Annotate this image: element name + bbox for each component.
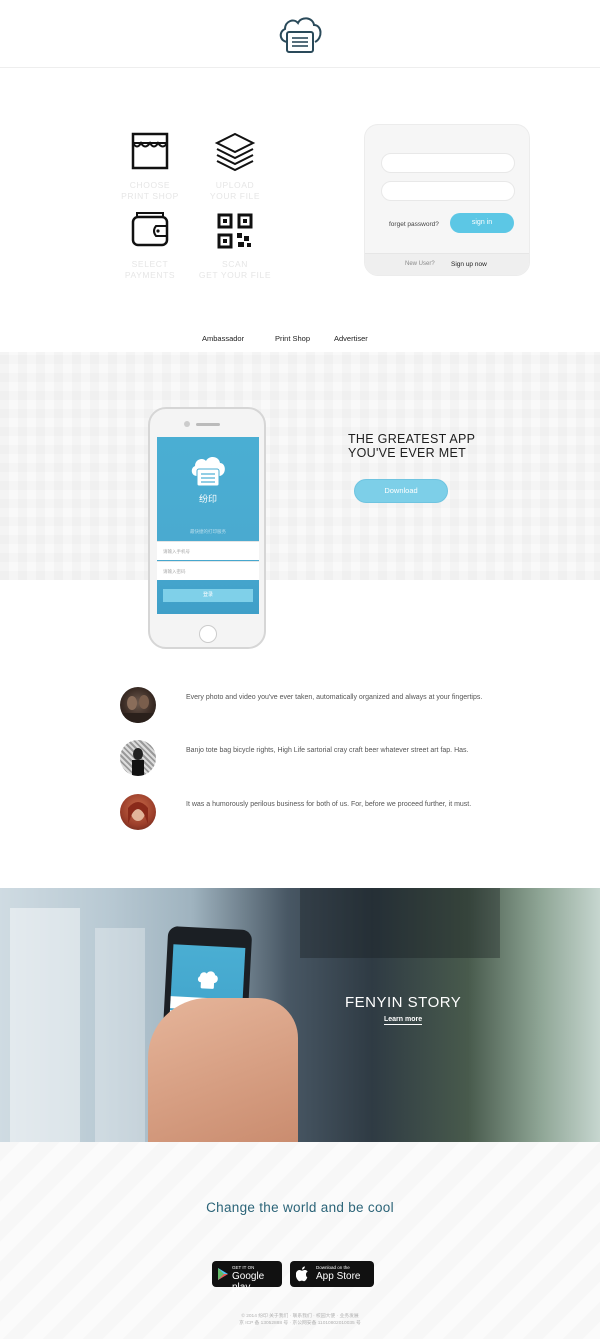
header bbox=[0, 0, 600, 68]
feature-label-line2: YOUR FILE bbox=[209, 191, 261, 201]
avatar bbox=[120, 740, 156, 776]
footer-line2: 京 ICP 备 13052888 号 · 京公网安备 1101080201003… bbox=[239, 1321, 361, 1326]
sign-in-button[interactable]: sign in bbox=[450, 213, 514, 233]
nav-advertiser[interactable]: Advertiser bbox=[334, 334, 368, 343]
apple-icon bbox=[296, 1266, 308, 1282]
tagline-line1: THE GREATEST APP bbox=[348, 432, 476, 446]
forgot-password-link[interactable]: forget password? bbox=[389, 221, 439, 228]
download-button[interactable]: Download bbox=[354, 479, 448, 503]
feature-label-line2: GET YOUR FILE bbox=[198, 270, 272, 280]
phone-home-button bbox=[199, 625, 217, 643]
testimonial-text: Every photo and video you've ever taken,… bbox=[186, 694, 483, 701]
play-store-icon bbox=[218, 1268, 228, 1280]
cloud-printer-icon bbox=[191, 457, 225, 487]
hand bbox=[148, 998, 298, 1142]
phone-mockup: 纷印 最快捷的打印服务 请输入手机号 请输入密码 登录 bbox=[148, 407, 266, 649]
footer-line1: © 2014 纷印 关于我们 · 联系我们 · 校园大使 · 业务发展 bbox=[241, 1314, 359, 1319]
testimonial-item: It was a humorously perilous business fo… bbox=[120, 794, 500, 832]
nav-print-shop[interactable]: Print Shop bbox=[275, 334, 310, 343]
tagline-line2: YOU'VE EVER MET bbox=[348, 446, 467, 460]
login-footer: New User? Sign up now bbox=[365, 253, 529, 275]
story-banner bbox=[0, 888, 600, 1142]
testimonial-text: It was a humorously perilous business fo… bbox=[186, 801, 472, 808]
login-card: forget password? sign in New User? Sign … bbox=[364, 124, 530, 276]
app-store-big-text: App Store bbox=[316, 1271, 361, 1282]
phone-speaker bbox=[196, 423, 220, 426]
background-building bbox=[95, 928, 145, 1142]
phone-field-phone: 请输入手机号 bbox=[157, 541, 259, 560]
phone-field-password: 请输入密码 bbox=[157, 561, 259, 580]
phone-slogan: 最快捷的打印服务 bbox=[190, 529, 226, 534]
background-awning bbox=[300, 888, 500, 958]
phone-login-button: 登录 bbox=[163, 589, 253, 602]
cloud-printer-icon[interactable] bbox=[276, 12, 324, 56]
shop-icon bbox=[131, 132, 169, 170]
motto-text: Change the world and be cool bbox=[206, 1200, 394, 1215]
google-play-small-text: GET IT ON bbox=[232, 1265, 255, 1270]
new-user-label: New User? bbox=[405, 261, 435, 267]
background-building bbox=[10, 908, 80, 1142]
app-store-badge[interactable]: Download on the App Store bbox=[290, 1261, 374, 1287]
feature-label-line1: UPLOAD bbox=[215, 180, 255, 190]
feature-scan-file[interactable]: SCAN GET YOUR FILE bbox=[185, 209, 285, 281]
password-input[interactable] bbox=[381, 181, 515, 201]
app-store-small-text: Download on the bbox=[316, 1265, 350, 1270]
testimonial-text: Banjo tote bag bicycle rights, High Life… bbox=[186, 747, 469, 754]
feature-label-line1: SCAN bbox=[221, 259, 249, 269]
layers-icon bbox=[214, 132, 256, 172]
testimonial-item: Every photo and video you've ever taken,… bbox=[120, 687, 500, 725]
sign-up-link[interactable]: Sign up now bbox=[451, 261, 487, 268]
avatar bbox=[120, 687, 156, 723]
phone-app-name: 纷印 bbox=[198, 494, 217, 504]
username-input[interactable] bbox=[381, 153, 515, 173]
phone-camera bbox=[184, 421, 190, 427]
feature-upload-file[interactable]: UPLOAD YOUR FILE bbox=[185, 130, 285, 202]
footer-copyright: © 2014 纷印 关于我们 · 联系我们 · 校园大使 · 业务发展 京 IC… bbox=[0, 1313, 600, 1327]
bottom-section bbox=[0, 1142, 600, 1339]
learn-more-link[interactable]: Learn more bbox=[384, 1016, 423, 1025]
app-tagline: THE GREATEST APP YOU'VE EVER MET bbox=[348, 432, 475, 460]
google-play-big-text: Google play bbox=[232, 1271, 265, 1293]
cloud-printer-icon bbox=[197, 971, 218, 989]
story-title: FENYIN STORY bbox=[345, 994, 462, 1011]
wallet-icon bbox=[131, 212, 169, 247]
phone-screen: 纷印 最快捷的打印服务 请输入手机号 请输入密码 登录 bbox=[157, 437, 259, 614]
google-play-badge[interactable]: GET IT ON Google play bbox=[212, 1261, 282, 1293]
qr-code-icon bbox=[217, 213, 253, 249]
nav-ambassador[interactable]: Ambassador bbox=[202, 334, 244, 343]
app-promo-background bbox=[0, 352, 600, 580]
avatar bbox=[120, 794, 156, 830]
testimonial-item: Banjo tote bag bicycle rights, High Life… bbox=[120, 740, 500, 778]
